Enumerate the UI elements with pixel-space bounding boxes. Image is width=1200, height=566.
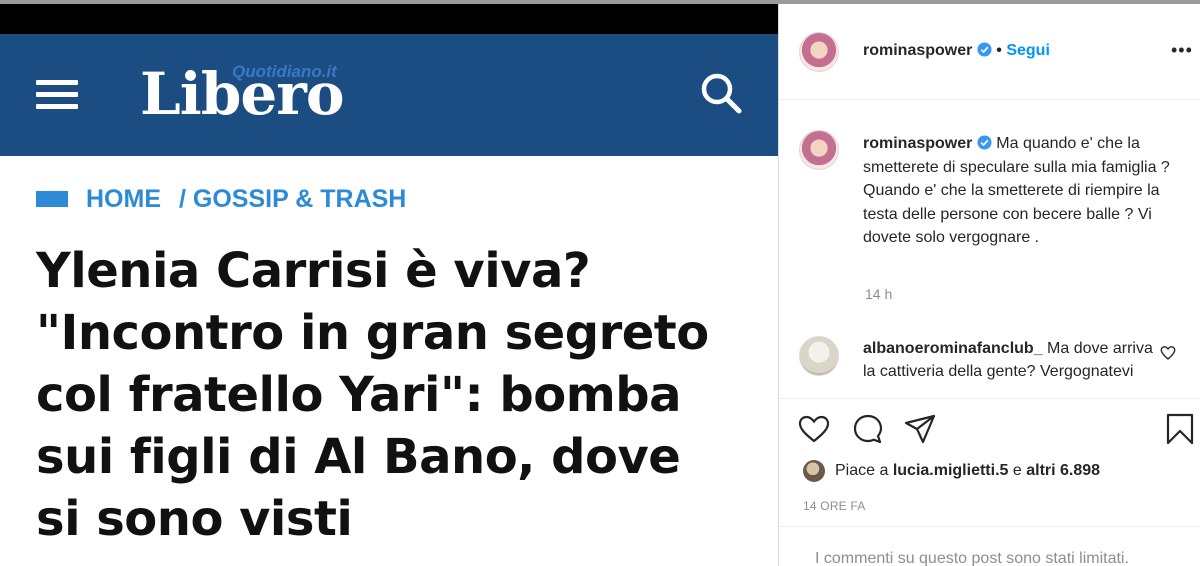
likes-count[interactable]: altri 6.898 (1026, 462, 1100, 480)
likes-summary[interactable]: Piace a lucia.miglietti.5 e altri 6.898 (803, 458, 1100, 484)
username-link[interactable]: rominaspower (863, 42, 972, 59)
article-screenshot: Libero Quotidiano.it HOME / GOSSIP & TRA… (0, 4, 778, 566)
likes-user[interactable]: lucia.miglietti.5 (893, 462, 1009, 480)
top-black-bar (0, 4, 778, 34)
headline-line: Ylenia Carrisi è viva? (36, 243, 591, 299)
post-author: rominaspower • Segui (863, 42, 1050, 60)
verified-icon (977, 135, 992, 150)
headline-line: "Incontro in gran segreto (36, 305, 709, 361)
comments-limited-notice: I commenti su questo post sono stati lim… (815, 550, 1129, 566)
breadcrumb: HOME / GOSSIP & TRASH (36, 184, 406, 214)
headline-line: col fratello Yari": bomba (36, 367, 682, 423)
more-options-icon[interactable]: ••• (1171, 41, 1195, 59)
article-headline: Ylenia Carrisi è viva? "Incontro in gran… (36, 240, 766, 550)
post-header: rominaspower • Segui ••• (779, 4, 1200, 100)
breadcrumb-home[interactable]: HOME (86, 185, 161, 214)
avatar[interactable] (799, 32, 839, 72)
search-icon[interactable] (698, 70, 744, 116)
comment-heart-icon[interactable] (1159, 344, 1177, 362)
comment-icon[interactable] (851, 412, 885, 446)
breadcrumb-section[interactable]: / GOSSIP & TRASH (179, 185, 406, 214)
menu-icon[interactable] (36, 80, 78, 110)
heart-icon[interactable] (797, 412, 831, 446)
comment-username[interactable]: albanoerominafanclub_ (863, 340, 1043, 357)
logo-sub-text: Quotidiano.it (232, 62, 337, 81)
post-timestamp[interactable]: 14 ORE FA (803, 499, 866, 513)
avatar[interactable] (799, 130, 839, 170)
verified-icon (977, 42, 992, 57)
divider (779, 526, 1200, 527)
post-caption: rominaspower Ma quando e' che la smetter… (863, 132, 1193, 250)
libero-header: Libero Quotidiano.it (0, 34, 778, 156)
share-icon[interactable] (903, 412, 937, 446)
instagram-panel: rominaspower • Segui ••• rominaspower Ma… (778, 4, 1200, 566)
caption-username[interactable]: rominaspower (863, 135, 972, 152)
comment-item: albanoerominafanclub_ Ma dove arriva la … (863, 338, 1163, 388)
bookmark-icon[interactable] (1163, 412, 1197, 446)
separator-dot: • (996, 42, 1002, 59)
breadcrumb-flag (36, 191, 68, 207)
libero-logo[interactable]: Libero Quotidiano.it (140, 58, 380, 138)
follow-button[interactable]: Segui (1006, 42, 1050, 59)
avatar[interactable] (799, 336, 839, 376)
likes-middle: e (1012, 462, 1022, 479)
headline-line: si sono visti (36, 491, 353, 547)
divider (779, 398, 1200, 399)
likes-prefix: Piace a (835, 462, 889, 479)
caption-timestamp[interactable]: 14 h (865, 286, 892, 302)
liker-avatar (803, 460, 825, 482)
headline-line: sui figli di Al Bano, dove (36, 429, 681, 485)
